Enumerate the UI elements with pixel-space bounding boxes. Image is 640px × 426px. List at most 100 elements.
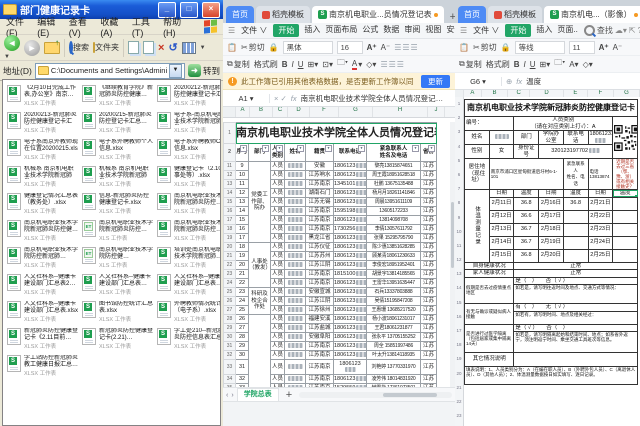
cell-emergency-contact[interactable]: 周王霞18951628518 (367, 171, 421, 180)
field-ec-value[interactable]: 电话 13813874 (588, 159, 613, 190)
column-title-1[interactable]: 部门▾ (249, 144, 271, 162)
cell-name-censored[interactable] (285, 207, 306, 216)
cell-category[interactable]: 人员 (271, 162, 285, 171)
cell-department[interactable]: 人事处（教发） (249, 243, 271, 288)
filter-dropdown-icon[interactable]: ▾ (358, 145, 365, 152)
q3-note[interactable]: 如若是，请写明隔离起始和结束时间、地点；如系省外返宁，须注明返宁时间、乘坐交通工… (514, 332, 638, 353)
search-button[interactable]: 搜索 (69, 42, 89, 53)
menu-item[interactable]: 编辑(E) (37, 15, 60, 38)
italic-button[interactable]: I (292, 60, 294, 69)
menu-item-3[interactable]: 公式 (362, 24, 378, 37)
cell-origin[interactable]: 江苏南京 (306, 375, 334, 384)
cell-index[interactable]: 28 (236, 333, 249, 342)
merge-button[interactable]: ⊡▾ (322, 60, 333, 69)
temp-cell[interactable]: 2月16日 (539, 197, 564, 210)
cell-emergency-contact[interactable]: 杜鹏 13675135488 (367, 180, 421, 189)
file-item[interactable]: S电子系外聘教师个人信息.xlsxXLSX 工作表 (82, 139, 153, 161)
undo-button[interactable]: ↺ (168, 41, 177, 54)
cell-province[interactable]: 江苏 (421, 375, 437, 384)
row-header[interactable]: 16 (455, 310, 463, 324)
cell-emergency-contact[interactable]: 胡景宇13814185565 (367, 270, 421, 279)
cell-province[interactable]: 江苏 (421, 315, 437, 324)
name-box[interactable]: G6 ▾ (455, 77, 502, 86)
cell-origin[interactable]: 江苏南京 (306, 270, 334, 279)
cell-category[interactable]: 人员 (271, 270, 285, 279)
file-item[interactable]: S南京机电职业技术学院新冠肺炎防控健…XLSX 工作表 (7, 220, 78, 242)
cell-emergency-contact[interactable]: 叶太升13814118935 (367, 351, 421, 360)
cell-index[interactable]: 30 (236, 351, 249, 360)
other-value[interactable] (514, 353, 638, 367)
cell-phone[interactable]: 1806123 (334, 243, 367, 252)
menu-item-2[interactable]: 页面布局 (325, 24, 357, 37)
cell-index[interactable]: 27 (236, 324, 249, 333)
cell-name-censored[interactable] (285, 270, 306, 279)
row-header[interactable]: 32 (224, 351, 236, 360)
cell-phone[interactable]: 1806123 (334, 315, 367, 324)
file-item[interactable]: S学工站防控新冠肺炎教工健康日报汇总…XLSX 工作表 (7, 355, 78, 377)
cell-phone[interactable]: 1806123 (334, 198, 367, 207)
file-item[interactable]: S《继续教育学院》新冠肺炎防控健康…XLSX 工作表 (82, 85, 153, 107)
cell-name-censored[interactable] (285, 225, 306, 234)
cell-index[interactable]: 9 (236, 162, 249, 171)
cell-name-censored[interactable] (285, 171, 306, 180)
temp-cell[interactable]: 36.8 (514, 197, 539, 210)
cell-category[interactable]: 人员 (271, 234, 285, 243)
menu-item-5[interactable]: 审阅 (404, 24, 420, 37)
temp-row[interactable]: 2月14日36.72月19日2月24日 (465, 236, 638, 249)
row-header[interactable]: 19 (455, 352, 463, 366)
cell-emergency-contact[interactable]: 杨月月18261141846 (367, 189, 421, 198)
cell-name-censored[interactable] (285, 375, 306, 384)
cell-department[interactable]: 党委工作部、院办 (249, 162, 271, 243)
temp-cell[interactable]: 2月19日 (539, 236, 564, 249)
row-header[interactable]: 3 (455, 125, 463, 139)
address-dropdown[interactable]: ▼ (169, 64, 182, 78)
cell-index[interactable]: 19 (236, 252, 249, 261)
cell-phone[interactable]: 1806123 (334, 261, 367, 270)
menu-item[interactable]: 收藏(A) (100, 15, 123, 38)
file-item[interactable]: S外聘教师情况统计表（电子系）.xlsxXLSX 工作表 (157, 301, 221, 323)
file-item[interactable]: S20200213-新冠肺炎防控健康登记卡汇总…XLSX 工作表 (7, 112, 78, 134)
row-header[interactable]: 1 (224, 123, 236, 144)
cell-origin[interactable]: 黑龙江省 (306, 234, 334, 243)
row-header[interactable]: 17 (455, 324, 463, 338)
cell-phone[interactable]: 1806123 (334, 351, 367, 360)
menu-item[interactable]: 工具(T) (132, 15, 154, 38)
q3-label[interactable]: 是否进行过医学隔离（包括居家或集中隔离14天） (465, 324, 514, 353)
cell-phone[interactable]: 1806123 (334, 189, 367, 198)
selected-cell-G6[interactable]: 温度 (613, 190, 638, 198)
tab-docer[interactable]: 稻壳模板 (488, 6, 542, 23)
scrollbar-thumb[interactable] (451, 202, 454, 269)
format-painter-button[interactable]: 格式刷 (254, 59, 278, 70)
row-header[interactable]: 9 (455, 211, 463, 225)
cell-category[interactable]: 人员 (271, 306, 285, 315)
cell-province[interactable]: 江苏 (421, 270, 437, 279)
temp-cell[interactable] (613, 210, 638, 223)
file-menu[interactable]: 文件 ∨ (473, 25, 499, 36)
cell-origin[interactable]: 江苏南京 (306, 207, 334, 216)
row-headers[interactable]: 1234567891011121314151617181920212223 (455, 97, 464, 426)
row-header[interactable]: 24 (224, 279, 236, 288)
field-phone-value[interactable]: 1806123118 (588, 131, 613, 145)
share-icon[interactable]: ⇱ (629, 26, 636, 35)
address-input[interactable]: C:\Documents and Settings\Administrator\… (35, 63, 185, 79)
file-item[interactable]: S南京机电职业技术学院新冠肺炎防控…XLSX 工作表 (157, 193, 221, 215)
cell-name-censored[interactable] (285, 288, 306, 297)
field-addr-label[interactable]: 居住地 （现住址） (465, 159, 490, 190)
cell-category[interactable]: 人员 (271, 297, 285, 306)
underline-button[interactable]: U (530, 60, 536, 69)
find-button[interactable]: 查找☁▾⇱? (584, 25, 640, 36)
field-name-label[interactable]: 姓名 (465, 131, 490, 145)
hamburger-icon[interactable]: ☰ (228, 26, 235, 35)
row-header[interactable]: 12 (224, 171, 236, 180)
cell-category[interactable]: 人员 (271, 375, 285, 384)
cut-button[interactable]: ✂ 剪切 (241, 42, 265, 53)
cell-origin[interactable]: 安徽 (306, 162, 334, 171)
cell-department[interactable] (249, 315, 271, 389)
cell-index[interactable]: 18 (236, 243, 249, 252)
file-item[interactable]: S学工处210--新冠肺炎防控信息表汇总…XLSX 工作表 (157, 328, 221, 350)
row-header[interactable]: 19 (224, 234, 236, 243)
borders-button[interactable]: ⊞▾ (308, 60, 319, 69)
row-header[interactable]: 20 (224, 243, 236, 252)
cell-emergency-contact[interactable]: 吴倩15195847208 (367, 297, 421, 306)
q1-label[interactable]: 假期是否去过疫情重点地区 (465, 277, 514, 304)
